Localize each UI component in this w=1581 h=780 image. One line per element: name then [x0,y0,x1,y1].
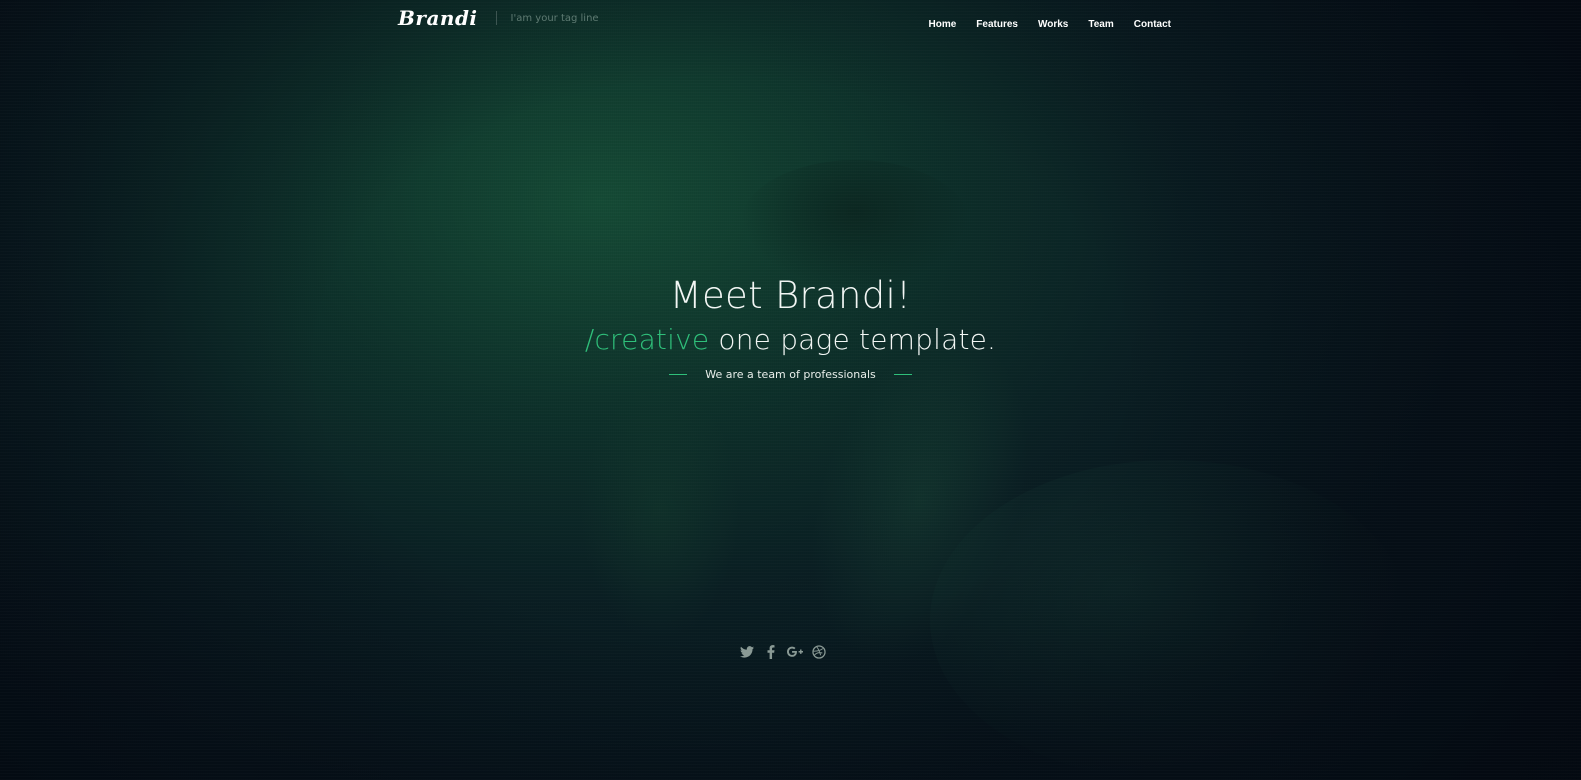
twitter-link[interactable] [739,643,755,661]
facebook-icon [767,645,774,659]
hero-title: Meet Brandi! [669,274,912,317]
dribbble-icon [811,645,826,659]
lead-line-left [669,374,688,375]
social-links [0,643,1581,661]
hero-section: Brandi I'am your tag line Home Features … [0,0,1581,780]
brand: Brandi I'am your tag line [398,6,599,30]
dribbble-link[interactable] [811,643,827,661]
twitter-icon [739,646,754,658]
background-photo [740,160,970,290]
lead-text: We are a team of professionals [705,368,876,381]
nav-item-works[interactable]: Works [1038,19,1068,30]
nav-item-home[interactable]: Home [929,19,957,30]
navbar: Brandi I'am your tag line Home Features … [0,0,1581,40]
hero-lead: We are a team of professionals [0,368,1581,381]
brand-divider [495,11,497,25]
hero-content: Meet Brandi! /creative one page template… [0,272,1581,381]
nav-item-features[interactable]: Features [976,19,1018,30]
hero-subtitle: /creative one page template. [0,320,1581,360]
facebook-link[interactable] [763,643,779,661]
google-plus-link[interactable] [786,643,803,661]
nav-item-team[interactable]: Team [1088,19,1113,30]
nav-menu: Home Features Works Team Contact [929,12,1172,31]
google-plus-icon [786,646,803,657]
lead-line-right [893,374,912,375]
hero-subtitle-rest: one page template. [709,323,997,356]
hero-subtitle-accent: /creative [584,323,710,356]
logo[interactable]: Brandi [398,6,478,30]
tagline: I'am your tag line [510,12,599,24]
nav-item-contact[interactable]: Contact [1134,19,1171,30]
